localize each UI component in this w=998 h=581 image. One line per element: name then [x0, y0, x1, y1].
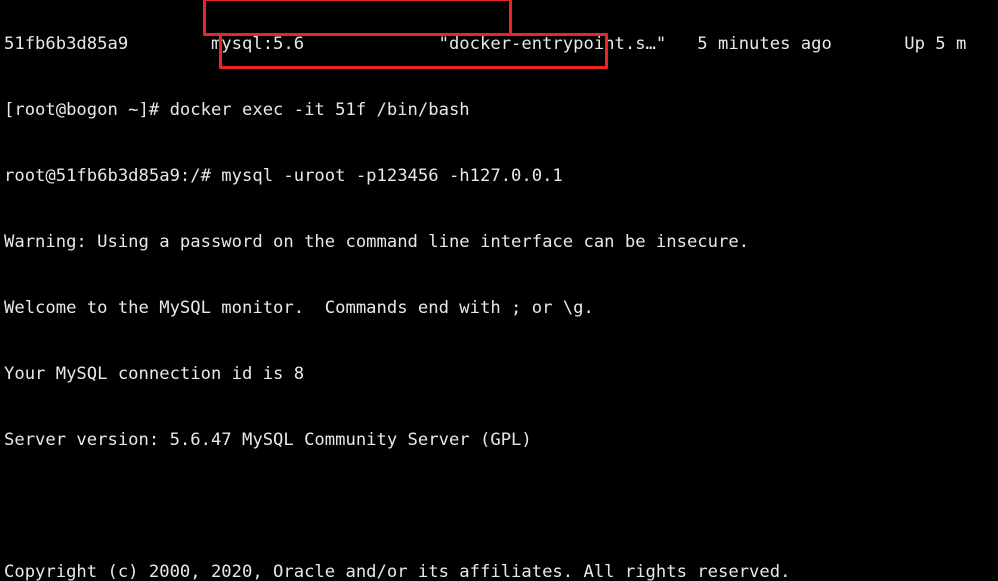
terminal-line-password-warning: Warning: Using a password on the command…: [4, 232, 750, 252]
terminal-line-host-prompt-docker-exec: [root@bogon ~]# docker exec -it 51f /bin…: [4, 100, 470, 120]
terminal-line-container-prompt-mysql-login: root@51fb6b3d85a9:/# mysql -uroot -p1234…: [4, 166, 563, 186]
terminal-window[interactable]: 51fb6b3d85a9 mysql:5.6 "docker-entrypoin…: [0, 0, 998, 581]
terminal-line-connection-id: Your MySQL connection id is 8: [4, 364, 305, 384]
terminal-line-welcome: Welcome to the MySQL monitor. Commands e…: [4, 298, 594, 318]
terminal-line-docker-ps-row: 51fb6b3d85a9 mysql:5.6 "docker-entrypoin…: [4, 34, 967, 54]
terminal-line-copyright: Copyright (c) 2000, 2020, Oracle and/or …: [4, 562, 791, 581]
terminal-line-server-version: Server version: 5.6.47 MySQL Community S…: [4, 430, 532, 450]
terminal-output: 51fb6b3d85a9 mysql:5.6 "docker-entrypoin…: [4, 0, 966, 581]
